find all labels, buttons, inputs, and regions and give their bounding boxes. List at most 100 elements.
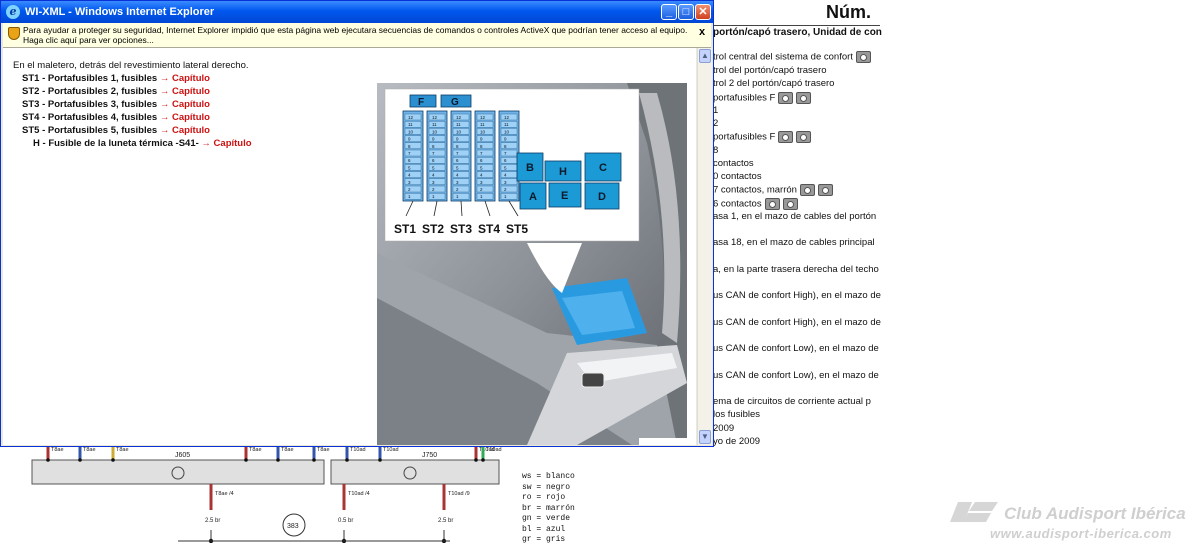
legend-item: bl = azul [522, 524, 566, 534]
fuse-code: ST5 [22, 125, 40, 136]
minimize-button[interactable]: _ [661, 4, 677, 20]
maximize-button[interactable]: □ [678, 4, 694, 20]
connector-label: T8ae [249, 447, 262, 453]
vertical-scrollbar[interactable]: ▲ ▼ [697, 48, 712, 445]
camera-icon[interactable] [799, 184, 815, 196]
component-text: asa 18, en el mazo de cables principal [713, 237, 875, 248]
fuse-number: 12 [504, 115, 510, 120]
component-list-item: us CAN de confort Low), en el mazo de [713, 370, 879, 381]
chapter-link[interactable]: → Capítulo [160, 112, 210, 123]
relay-label: B [526, 162, 534, 174]
camera-icon[interactable] [778, 92, 794, 104]
component-list-item: us CAN de confort High), en el mazo de [713, 290, 881, 301]
connector-label: T8ae [83, 447, 96, 453]
holder-label: ST1 [394, 222, 416, 236]
connector-label: T8ae [116, 447, 129, 453]
component-list-item: 6 contactos [713, 198, 798, 210]
camera-icon[interactable] [764, 198, 780, 210]
title-bar[interactable]: e WI-XML - Windows Internet Explorer _ □… [1, 1, 713, 23]
chapter-link[interactable]: → Capítulo [160, 99, 210, 110]
fuse-line: ST3 - Portafusibles 3, fusibles → Capítu… [22, 99, 210, 110]
infobar-text[interactable]: Para ayudar a proteger su seguridad, Int… [23, 25, 693, 45]
fuse-description: - Portafusibles 2, fusibles [39, 86, 160, 97]
camera-icon[interactable] [778, 131, 794, 143]
component-list-item: los fusibles [713, 409, 760, 420]
ie-logo-icon[interactable]: e [6, 5, 20, 19]
camera-icon[interactable] [782, 198, 798, 210]
relay-label: C [599, 162, 607, 174]
relay-label: A [529, 191, 537, 203]
holder-label: ST3 [450, 222, 472, 236]
fuse-number: 12 [432, 115, 438, 120]
fuse-line: ST4 - Portafusibles 4, fusibles → Capítu… [22, 112, 210, 123]
legend-item: ws = blanco [522, 472, 575, 481]
close-button[interactable]: ✕ [695, 4, 711, 20]
component-text: portafusibles F [713, 131, 776, 143]
component-list-item: ema de circuitos de corriente actual p [713, 396, 871, 407]
fuse-line: ST5 - Portafusibles 5, fusibles → Capítu… [22, 125, 210, 136]
component-list-item: portafusibles F [713, 131, 812, 143]
component-list-item: 0 contactos [713, 171, 762, 182]
window-title: WI-XML - Windows Internet Explorer [25, 6, 215, 18]
holder-label: ST5 [506, 222, 528, 236]
relay-label: E [561, 190, 568, 202]
component-text: trol 2 del portón/capó trasero [713, 78, 835, 89]
reference-number: 383 [287, 523, 299, 530]
pin-dot [345, 458, 349, 462]
fuse-g-label: G [451, 97, 459, 108]
connector-label: T8ae /4 [215, 491, 234, 497]
component-list-item: trol central del sistema de confort [713, 51, 871, 63]
component-list: trol central del sistema de confort trol … [713, 51, 883, 450]
component-list-item: trol 2 del portón/capó trasero [713, 78, 834, 89]
pin-dot [46, 458, 50, 462]
component-text: asa 1, en el mazo de cables del portón [713, 211, 877, 222]
fuse-number: 11 [432, 122, 437, 127]
legend-item: sw = negro [522, 482, 571, 492]
fuse-description: - Fusible de la luneta térmica -S41- [39, 138, 202, 149]
component-list-item: 2009 [713, 423, 734, 434]
component-list-item: yo de 2009 [713, 436, 760, 447]
connector-label: T10ad [383, 447, 399, 453]
legend-item: br = marrón [522, 503, 575, 513]
module-j750 [330, 459, 500, 485]
watermark-name: Club Audisport Ibérica [1004, 504, 1186, 523]
fuse-number: 12 [408, 115, 414, 120]
chapter-link[interactable]: → Capítulo [160, 86, 210, 97]
fuse-number: 10 [456, 129, 462, 134]
component-list-item: us CAN de confort High), en el mazo de [713, 317, 881, 328]
camera-icon[interactable] [855, 51, 871, 63]
connector-label: T10ad [486, 447, 502, 453]
camera-icon[interactable] [817, 184, 833, 196]
component-list-item: contactos [713, 158, 754, 169]
wire-spec: 2.5 br [438, 518, 453, 524]
component-text: us CAN de confort High), en el mazo de [713, 290, 881, 301]
fuse-number: 12 [456, 115, 462, 120]
component-list-item: us CAN de confort Low), en el mazo de [713, 343, 879, 354]
scroll-up-arrow-icon[interactable]: ▲ [699, 49, 711, 63]
module-j605 [31, 459, 325, 485]
infobar-close-button[interactable]: x [699, 26, 705, 38]
relay-label: H [559, 166, 567, 178]
component-list-item: portafusibles F [713, 92, 812, 104]
holder-label: ST2 [422, 222, 444, 236]
component-text: 2009 [713, 423, 735, 434]
fuse-number: 11 [504, 122, 509, 127]
fuse-description: - Portafusibles 1, fusibles [39, 73, 160, 84]
camera-icon[interactable] [796, 92, 812, 104]
chapter-link[interactable]: → Capítulo [160, 125, 210, 136]
bottom-wires: T8ae /4 2.5 br T10ad /4 0.5 br T10ad /9 2.5 b… [205, 484, 470, 543]
fuse-description: - Portafusibles 5, fusibles [39, 125, 160, 136]
security-infobar[interactable]: Para ayudar a proteger su seguridad, Int… [3, 23, 711, 48]
relay-boxes: B H C A E D [516, 152, 622, 210]
component-list-item: a, en la parte trasera derecha del techo [713, 264, 879, 275]
chapter-link[interactable]: → Capítulo [160, 73, 210, 84]
component-text: us CAN de confort High), en el mazo de [713, 317, 881, 328]
scroll-down-arrow-icon[interactable]: ▼ [699, 430, 711, 444]
fuse-box-photo: F G 121110987654321121110987654321121110… [377, 83, 687, 445]
legend-item: gn = verde [522, 514, 571, 523]
camera-icon[interactable] [796, 131, 812, 143]
component-text: us CAN de confort Low), en el mazo de [713, 370, 879, 381]
chapter-link[interactable]: → Capítulo [201, 138, 251, 149]
pin-dot [244, 458, 248, 462]
legend-item: ro = rojo [522, 493, 566, 502]
